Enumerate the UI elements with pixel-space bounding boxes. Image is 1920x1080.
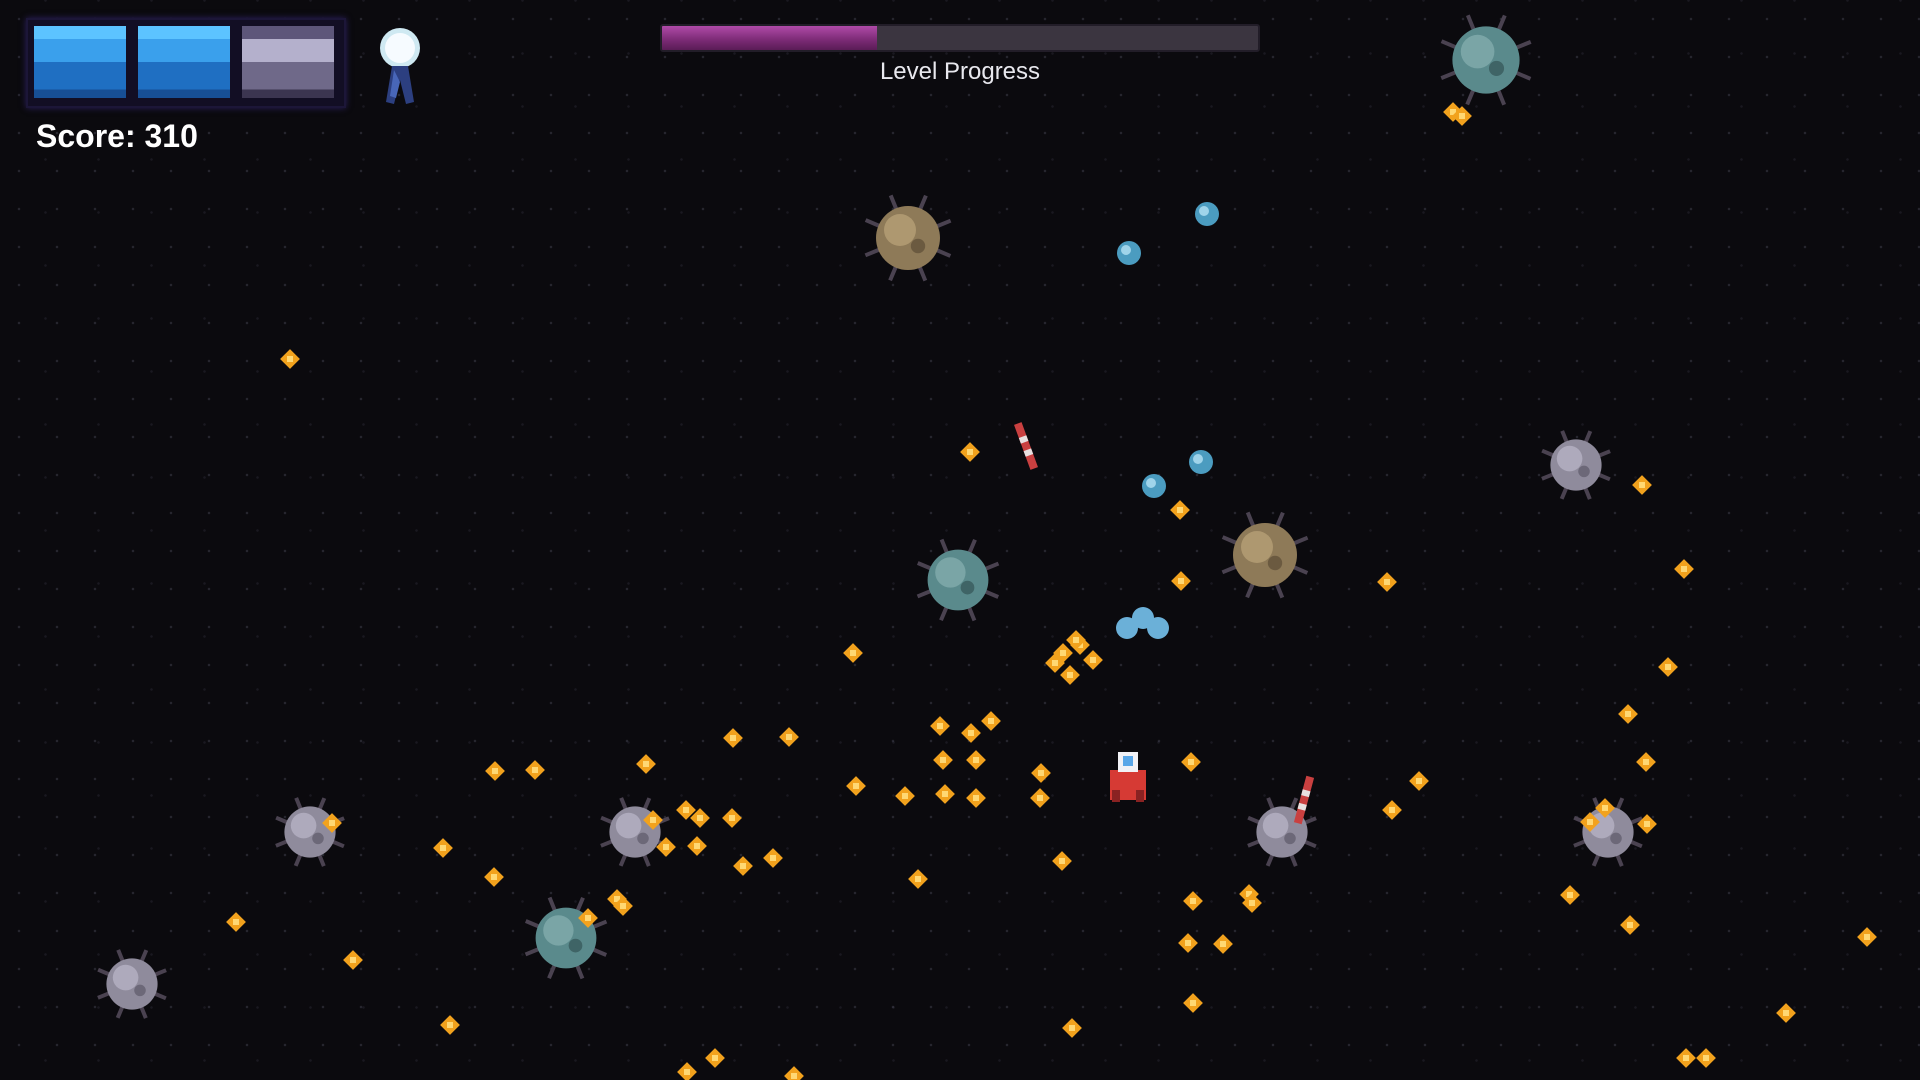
gold-coin (1031, 763, 1051, 783)
blue-gem (1189, 450, 1213, 474)
gold-coin (1183, 891, 1203, 911)
gold-coin (1696, 1048, 1716, 1068)
gold-coin (1618, 704, 1638, 724)
blue-gem (1142, 474, 1166, 498)
gold-coin (779, 727, 799, 747)
gold-coin (677, 1062, 697, 1080)
asteroid-gray (97, 949, 167, 1019)
gold-coin (1377, 572, 1397, 592)
gold-coin (525, 760, 545, 780)
gold-coin (966, 788, 986, 808)
gold-coin (961, 723, 981, 743)
gold-coin (763, 848, 783, 868)
player-ship (1110, 752, 1146, 802)
asteroid-teal (1440, 14, 1532, 106)
gold-coin (1620, 915, 1640, 935)
gold-coin (1674, 559, 1694, 579)
gold-coin (1030, 788, 1050, 808)
gold-coin (484, 867, 504, 887)
asteroid-teal (524, 896, 608, 980)
gold-coin (1171, 571, 1191, 591)
gold-coin (846, 776, 866, 796)
gold-coin (433, 838, 453, 858)
gold-coin (908, 869, 928, 889)
gold-coin (784, 1066, 804, 1080)
gold-coins (226, 102, 1877, 1080)
asteroid-gray (275, 797, 345, 867)
gold-coin (1676, 1048, 1696, 1068)
gold-coin (723, 728, 743, 748)
gold-coin (485, 761, 505, 781)
gold-coin (1052, 851, 1072, 871)
gold-coin (930, 716, 950, 736)
gold-coin (895, 786, 915, 806)
blue-gem (1117, 241, 1141, 265)
asteroid-brown (864, 194, 952, 282)
gold-coin (1213, 934, 1233, 954)
gold-coin (843, 643, 863, 663)
gold-coin (705, 1048, 725, 1068)
gold-coin (1060, 665, 1080, 685)
asteroid-teal (916, 538, 1000, 622)
asteroid-brown (1221, 511, 1309, 599)
gold-coin (1658, 657, 1678, 677)
gold-coin (966, 750, 986, 770)
gold-coin (733, 856, 753, 876)
gold-coin (933, 750, 953, 770)
gold-coin (1382, 800, 1402, 820)
gold-coin (1178, 933, 1198, 953)
gold-coin (1183, 993, 1203, 1013)
red-missile (1014, 422, 1038, 470)
gold-coin (1776, 1003, 1796, 1023)
game-field (97, 14, 1877, 1080)
gold-coin (1181, 752, 1201, 772)
gold-coin (1083, 650, 1103, 670)
gold-coin (1632, 475, 1652, 495)
gold-coin (1636, 752, 1656, 772)
asteroid-gray (1541, 430, 1611, 500)
gold-coin (1560, 885, 1580, 905)
gold-coin (1062, 1018, 1082, 1038)
gold-coin (1409, 771, 1429, 791)
gold-coin (722, 808, 742, 828)
gold-coin (226, 912, 246, 932)
asteroid-gray (600, 797, 670, 867)
gold-coin (960, 442, 980, 462)
gold-coin (1857, 927, 1877, 947)
blue-gem-cluster (1116, 607, 1169, 639)
gold-coin (280, 349, 300, 369)
gold-coin (687, 836, 707, 856)
gold-coin (440, 1015, 460, 1035)
gold-coin (636, 754, 656, 774)
gold-coin (1170, 500, 1190, 520)
gold-coin (981, 711, 1001, 731)
gold-coin (935, 784, 955, 804)
blue-gem (1195, 202, 1219, 226)
gold-coin (343, 950, 363, 970)
